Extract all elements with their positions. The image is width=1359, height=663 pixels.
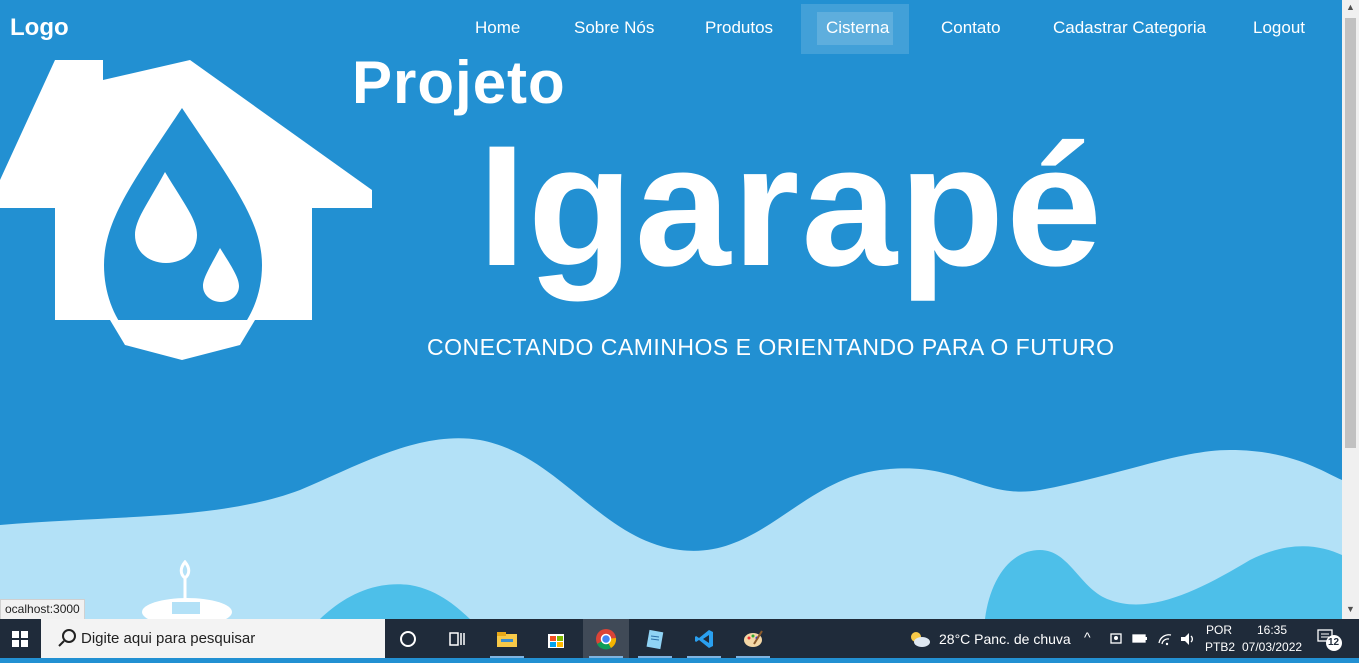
task-view-icon[interactable] [434, 619, 480, 658]
chevron-up-icon[interactable]: ^ [1084, 629, 1091, 645]
clock-time[interactable]: 16:35 [1257, 623, 1287, 637]
wifi-icon[interactable] [1157, 631, 1175, 647]
weather-text[interactable]: 28°C Panc. de chuva [939, 631, 1071, 647]
start-button[interactable] [0, 619, 40, 658]
house-water-logo [0, 60, 372, 360]
drop-icon [142, 560, 232, 619]
navbar: Logo Home Sobre Nós Produtos Cisterna Co… [0, 0, 1342, 58]
scroll-up-icon[interactable]: ▲ [1346, 2, 1355, 12]
nav-sobre-nos[interactable]: Sobre Nós [574, 18, 654, 38]
volume-icon[interactable] [1179, 631, 1197, 647]
meet-now-icon[interactable] [1109, 631, 1125, 647]
taskbar: Digite aqui para pesquisar 28°C Panc. de… [0, 619, 1359, 658]
cortana-icon[interactable] [385, 619, 431, 658]
clock-date[interactable]: 07/03/2022 [1242, 640, 1302, 654]
notepad-icon[interactable] [632, 619, 678, 658]
battery-icon[interactable] [1131, 631, 1149, 647]
status-url-tooltip: ocalhost:3000 [0, 599, 85, 620]
paint-icon[interactable] [730, 619, 776, 658]
keyboard-layout[interactable]: PTB2 [1205, 640, 1235, 654]
chrome-icon[interactable] [583, 619, 629, 658]
weather-icon[interactable] [908, 629, 932, 649]
logo[interactable]: Logo [10, 14, 69, 42]
scroll-down-icon[interactable]: ▼ [1346, 604, 1355, 614]
webpage: Projeto Igarapé CONECTANDO CAMINHOS E OR… [0, 0, 1342, 619]
language-code[interactable]: POR [1206, 623, 1232, 637]
vscode-icon[interactable] [681, 619, 727, 658]
store-icon[interactable] [533, 619, 579, 658]
hero-title-big: Igarapé [478, 110, 1104, 302]
hero-title-small: Projeto [352, 49, 566, 116]
scrollbar-thumb[interactable] [1345, 18, 1356, 448]
windows-icon [12, 631, 28, 647]
file-explorer-icon[interactable] [484, 619, 530, 658]
nav-cadastrar-categoria[interactable]: Cadastrar Categoria [1053, 18, 1206, 38]
hero-tagline: CONECTANDO CAMINHOS E ORIENTANDO PARA O … [427, 334, 1115, 360]
nav-home[interactable]: Home [475, 18, 520, 38]
notification-count: 12 [1328, 637, 1340, 648]
nav-logout[interactable]: Logout [1253, 18, 1305, 38]
nav-contato[interactable]: Contato [941, 18, 1001, 38]
nav-cisterna[interactable]: Cisterna [826, 18, 889, 38]
taskbar-search-placeholder: Digite aqui para pesquisar [81, 630, 256, 647]
nav-produtos[interactable]: Produtos [705, 18, 773, 38]
